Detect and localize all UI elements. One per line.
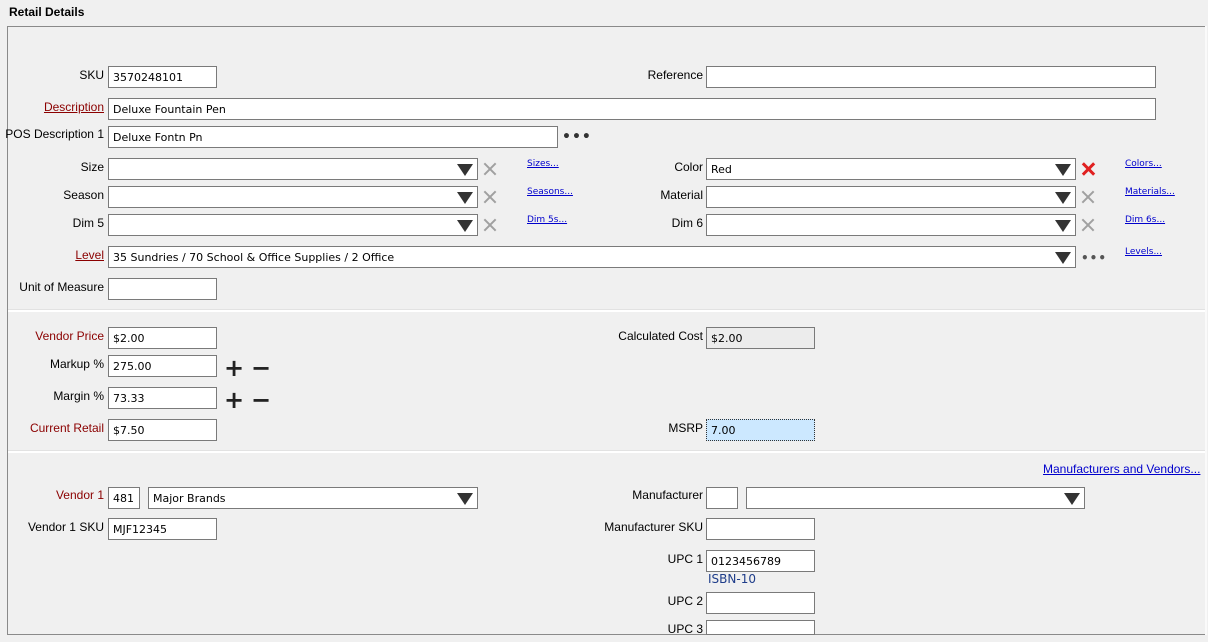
markup-label: Markup % (49, 357, 104, 371)
chevron-down-icon (457, 220, 473, 232)
manufacturer-sku-label: Manufacturer SKU (604, 520, 703, 534)
material-clear-icon[interactable] (1081, 190, 1095, 204)
color-value: Red (711, 163, 732, 176)
manufacturers-vendors-link[interactable]: Manufacturers and Vendors... (1043, 462, 1200, 476)
colors-link[interactable]: Colors... (1125, 159, 1162, 169)
dim5-dropdown[interactable] (108, 214, 478, 236)
upc3-input[interactable] (706, 620, 815, 635)
upc1-input[interactable]: 0123456789 (706, 550, 815, 572)
size-label: Size (80, 160, 104, 174)
chevron-down-icon (1055, 220, 1071, 232)
calculated-cost-field: $2.00 (706, 327, 815, 349)
section-divider (8, 450, 1205, 453)
chevron-down-icon (457, 192, 473, 204)
calculated-cost-label: Calculated Cost (618, 329, 703, 343)
vendor1-label: Vendor 1 (55, 488, 104, 502)
upc2-label: UPC 2 (667, 594, 703, 608)
current-retail-input[interactable]: $7.50 (108, 419, 217, 441)
msrp-input[interactable]: 7.00 (706, 419, 815, 441)
dim6-label: Dim 6 (671, 216, 703, 230)
level-label: Level (75, 248, 104, 262)
unit-of-measure-label: Unit of Measure (19, 280, 104, 294)
chevron-down-icon (457, 493, 473, 505)
markup-increase-icon[interactable]: + (224, 356, 244, 380)
color-dropdown[interactable]: Red (706, 158, 1076, 180)
size-dropdown[interactable] (108, 158, 478, 180)
upc1-type-label: ISBN-10 (708, 572, 756, 586)
sizes-link[interactable]: Sizes... (527, 159, 559, 169)
manufacturer-code-input[interactable] (706, 487, 738, 509)
description-input[interactable]: Deluxe Fountain Pen (108, 98, 1156, 120)
section-divider (8, 309, 1205, 312)
level-dropdown[interactable]: 35 Sundries / 70 School & Office Supplie… (108, 246, 1076, 268)
vendor1-sku-label: Vendor 1 SKU (27, 520, 104, 534)
upc2-input[interactable] (706, 592, 815, 614)
sku-label: SKU (79, 68, 104, 82)
pos-description-input[interactable]: Deluxe Fontn Pn (108, 126, 558, 148)
current-retail-label: Current Retail (29, 421, 104, 435)
chevron-down-icon (1055, 192, 1071, 204)
vendor1-name-value: Major Brands (153, 492, 226, 505)
markup-input[interactable]: 275.00 (108, 355, 217, 377)
margin-label: Margin % (53, 389, 104, 403)
season-label: Season (63, 188, 104, 202)
dim5-clear-icon[interactable] (483, 218, 497, 232)
vendor1-dropdown[interactable]: Major Brands (148, 487, 478, 509)
season-dropdown[interactable] (108, 186, 478, 208)
chevron-down-icon (1055, 252, 1071, 264)
pos-description-more-icon[interactable]: ••• (562, 130, 592, 144)
pos-description-label: POS Description 1 (5, 127, 104, 141)
margin-decrease-icon[interactable]: − (251, 388, 271, 412)
vendor1-code-input[interactable]: 481 (108, 487, 140, 509)
manufacturer-label: Manufacturer (632, 488, 703, 502)
msrp-label: MSRP (668, 421, 703, 435)
level-more-icon[interactable]: ••• (1081, 252, 1107, 264)
reference-label: Reference (647, 68, 703, 82)
dim6-dropdown[interactable] (706, 214, 1076, 236)
vendor1-sku-input[interactable]: MJF12345 (108, 518, 217, 540)
section-title: Retail Details (9, 5, 85, 19)
unit-of-measure-input[interactable] (108, 278, 217, 300)
description-label: Description (43, 100, 104, 114)
size-clear-icon[interactable] (483, 162, 497, 176)
level-value: 35 Sundries / 70 School & Office Supplie… (113, 251, 395, 264)
chevron-down-icon (457, 164, 473, 176)
manufacturer-sku-input[interactable] (706, 518, 815, 540)
dim6-clear-icon[interactable] (1081, 218, 1095, 232)
vendor-price-input[interactable]: $2.00 (108, 327, 217, 349)
vertical-scrollbar[interactable] (1205, 26, 1207, 635)
upc3-label: UPC 3 (667, 622, 703, 636)
chevron-down-icon (1055, 164, 1071, 176)
color-clear-icon[interactable] (1081, 162, 1095, 176)
dim5s-link[interactable]: Dim 5s... (527, 215, 567, 225)
season-clear-icon[interactable] (483, 190, 497, 204)
dim5-label: Dim 5 (72, 216, 104, 230)
margin-input[interactable]: 73.33 (108, 387, 217, 409)
color-label: Color (674, 160, 703, 174)
seasons-link[interactable]: Seasons... (527, 187, 573, 197)
upc1-label: UPC 1 (667, 552, 703, 566)
levels-link[interactable]: Levels... (1125, 247, 1162, 257)
vendor-price-label: Vendor Price (35, 329, 104, 343)
margin-increase-icon[interactable]: + (224, 388, 244, 412)
chevron-down-icon (1064, 493, 1080, 505)
markup-decrease-icon[interactable]: − (251, 356, 271, 380)
manufacturer-dropdown[interactable] (746, 487, 1085, 509)
sku-input[interactable]: 3570248101 (108, 66, 217, 88)
reference-input[interactable] (706, 66, 1156, 88)
material-label: Material (660, 188, 703, 202)
dim6s-link[interactable]: Dim 6s... (1125, 215, 1165, 225)
materials-link[interactable]: Materials... (1125, 187, 1175, 197)
material-dropdown[interactable] (706, 186, 1076, 208)
